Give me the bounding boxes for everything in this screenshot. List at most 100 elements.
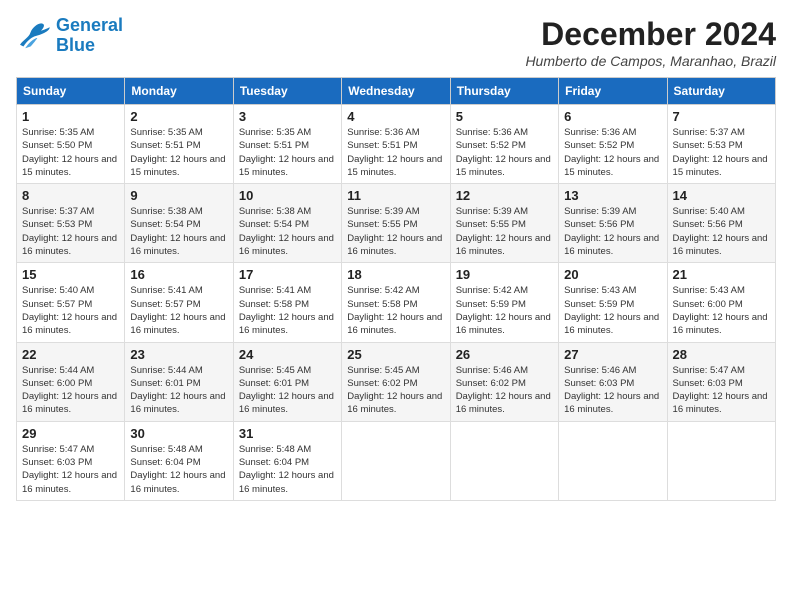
day-number: 22 bbox=[22, 347, 119, 362]
calendar-table: SundayMondayTuesdayWednesdayThursdayFrid… bbox=[16, 77, 776, 501]
day-number: 27 bbox=[564, 347, 661, 362]
day-number: 12 bbox=[456, 188, 553, 203]
day-info: Sunrise: 5:35 AMSunset: 5:50 PMDaylight:… bbox=[22, 126, 119, 179]
calendar-cell: 13 Sunrise: 5:39 AMSunset: 5:56 PMDayligh… bbox=[559, 184, 667, 263]
day-number: 3 bbox=[239, 109, 336, 124]
day-number: 29 bbox=[22, 426, 119, 441]
day-info: Sunrise: 5:37 AMSunset: 5:53 PMDaylight:… bbox=[673, 126, 770, 179]
title-area: December 2024 Humberto de Campos, Maranh… bbox=[525, 16, 776, 69]
calendar-cell: 18 Sunrise: 5:42 AMSunset: 5:58 PMDayligh… bbox=[342, 263, 450, 342]
day-info: Sunrise: 5:39 AMSunset: 5:55 PMDaylight:… bbox=[456, 205, 553, 258]
day-number: 11 bbox=[347, 188, 444, 203]
day-number: 31 bbox=[239, 426, 336, 441]
day-info: Sunrise: 5:44 AMSunset: 6:00 PMDaylight:… bbox=[22, 364, 119, 417]
calendar-cell: 22 Sunrise: 5:44 AMSunset: 6:00 PMDayligh… bbox=[17, 342, 125, 421]
day-info: Sunrise: 5:47 AMSunset: 6:03 PMDaylight:… bbox=[673, 364, 770, 417]
calendar-cell: 20Sunrise: 5:43 AMSunset: 5:59 PMDayligh… bbox=[559, 263, 667, 342]
day-info: Sunrise: 5:43 AMSunset: 6:00 PMDaylight:… bbox=[673, 284, 770, 337]
day-number: 25 bbox=[347, 347, 444, 362]
calendar-cell: 2Sunrise: 5:35 AMSunset: 5:51 PMDaylight… bbox=[125, 105, 233, 184]
day-number: 24 bbox=[239, 347, 336, 362]
calendar-cell: 14 Sunrise: 5:40 AMSunset: 5:56 PMDayligh… bbox=[667, 184, 775, 263]
day-info: Sunrise: 5:38 AMSunset: 5:54 PMDaylight:… bbox=[130, 205, 227, 258]
day-number: 19 bbox=[456, 267, 553, 282]
day-number: 16 bbox=[130, 267, 227, 282]
calendar-cell: 16Sunrise: 5:41 AMSunset: 5:57 PMDayligh… bbox=[125, 263, 233, 342]
day-info: Sunrise: 5:44 AMSunset: 6:01 PMDaylight:… bbox=[130, 364, 227, 417]
weekday-header-wednesday: Wednesday bbox=[342, 78, 450, 105]
day-number: 10 bbox=[239, 188, 336, 203]
calendar-cell: 21 Sunrise: 5:43 AMSunset: 6:00 PMDayligh… bbox=[667, 263, 775, 342]
calendar-cell: 30Sunrise: 5:48 AMSunset: 6:04 PMDayligh… bbox=[125, 421, 233, 500]
day-info: Sunrise: 5:45 AMSunset: 6:02 PMDaylight:… bbox=[347, 364, 444, 417]
calendar-cell: 19 Sunrise: 5:42 AMSunset: 5:59 PMDayligh… bbox=[450, 263, 558, 342]
day-number: 5 bbox=[456, 109, 553, 124]
day-number: 6 bbox=[564, 109, 661, 124]
calendar-week-row: 1 Sunrise: 5:35 AMSunset: 5:50 PMDaylight… bbox=[17, 105, 776, 184]
day-info: Sunrise: 5:41 AMSunset: 5:58 PMDaylight:… bbox=[239, 284, 336, 337]
weekday-header-monday: Monday bbox=[125, 78, 233, 105]
day-number: 9 bbox=[130, 188, 227, 203]
calendar-cell: 29 Sunrise: 5:47 AMSunset: 6:03 PMDayligh… bbox=[17, 421, 125, 500]
calendar-week-row: 22 Sunrise: 5:44 AMSunset: 6:00 PMDayligh… bbox=[17, 342, 776, 421]
calendar-cell: 5 Sunrise: 5:36 AMSunset: 5:52 PMDaylight… bbox=[450, 105, 558, 184]
day-info: Sunrise: 5:36 AMSunset: 5:52 PMDaylight:… bbox=[564, 126, 661, 179]
calendar-cell: 31Sunrise: 5:48 AMSunset: 6:04 PMDayligh… bbox=[233, 421, 341, 500]
calendar-cell: 3 Sunrise: 5:35 AMSunset: 5:51 PMDaylight… bbox=[233, 105, 341, 184]
calendar-cell bbox=[667, 421, 775, 500]
calendar-cell: 17 Sunrise: 5:41 AMSunset: 5:58 PMDayligh… bbox=[233, 263, 341, 342]
day-info: Sunrise: 5:42 AMSunset: 5:58 PMDaylight:… bbox=[347, 284, 444, 337]
day-info: Sunrise: 5:48 AMSunset: 6:04 PMDaylight:… bbox=[130, 443, 227, 496]
day-number: 7 bbox=[673, 109, 770, 124]
day-number: 20 bbox=[564, 267, 661, 282]
calendar-week-row: 29 Sunrise: 5:47 AMSunset: 6:03 PMDayligh… bbox=[17, 421, 776, 500]
day-number: 1 bbox=[22, 109, 119, 124]
month-title: December 2024 bbox=[525, 16, 776, 53]
day-number: 17 bbox=[239, 267, 336, 282]
weekday-header-saturday: Saturday bbox=[667, 78, 775, 105]
day-number: 14 bbox=[673, 188, 770, 203]
calendar-cell: 7 Sunrise: 5:37 AMSunset: 5:53 PMDaylight… bbox=[667, 105, 775, 184]
day-number: 2 bbox=[130, 109, 227, 124]
day-info: Sunrise: 5:45 AMSunset: 6:01 PMDaylight:… bbox=[239, 364, 336, 417]
day-info: Sunrise: 5:36 AMSunset: 5:51 PMDaylight:… bbox=[347, 126, 444, 179]
calendar-week-row: 8Sunrise: 5:37 AMSunset: 5:53 PMDaylight… bbox=[17, 184, 776, 263]
logo-text: General Blue bbox=[56, 16, 123, 56]
calendar-cell: 26Sunrise: 5:46 AMSunset: 6:02 PMDayligh… bbox=[450, 342, 558, 421]
day-info: Sunrise: 5:40 AMSunset: 5:56 PMDaylight:… bbox=[673, 205, 770, 258]
calendar-cell: 24 Sunrise: 5:45 AMSunset: 6:01 PMDayligh… bbox=[233, 342, 341, 421]
day-number: 13 bbox=[564, 188, 661, 203]
day-number: 18 bbox=[347, 267, 444, 282]
weekday-header-tuesday: Tuesday bbox=[233, 78, 341, 105]
day-number: 23 bbox=[130, 347, 227, 362]
weekday-header-thursday: Thursday bbox=[450, 78, 558, 105]
calendar-cell: 1 Sunrise: 5:35 AMSunset: 5:50 PMDaylight… bbox=[17, 105, 125, 184]
logo-line2: Blue bbox=[56, 35, 95, 55]
calendar-cell: 11 Sunrise: 5:39 AMSunset: 5:55 PMDayligh… bbox=[342, 184, 450, 263]
logo-line1: General bbox=[56, 15, 123, 35]
day-info: Sunrise: 5:42 AMSunset: 5:59 PMDaylight:… bbox=[456, 284, 553, 337]
calendar-cell: 6 Sunrise: 5:36 AMSunset: 5:52 PMDaylight… bbox=[559, 105, 667, 184]
day-info: Sunrise: 5:47 AMSunset: 6:03 PMDaylight:… bbox=[22, 443, 119, 496]
weekday-header-sunday: Sunday bbox=[17, 78, 125, 105]
day-number: 26 bbox=[456, 347, 553, 362]
calendar-cell bbox=[559, 421, 667, 500]
day-info: Sunrise: 5:35 AMSunset: 5:51 PMDaylight:… bbox=[239, 126, 336, 179]
weekday-header-friday: Friday bbox=[559, 78, 667, 105]
calendar-cell: 8Sunrise: 5:37 AMSunset: 5:53 PMDaylight… bbox=[17, 184, 125, 263]
day-number: 21 bbox=[673, 267, 770, 282]
day-info: Sunrise: 5:39 AMSunset: 5:56 PMDaylight:… bbox=[564, 205, 661, 258]
day-number: 4 bbox=[347, 109, 444, 124]
calendar-cell: 28Sunrise: 5:47 AMSunset: 6:03 PMDayligh… bbox=[667, 342, 775, 421]
calendar-cell: 27 Sunrise: 5:46 AMSunset: 6:03 PMDayligh… bbox=[559, 342, 667, 421]
location-subtitle: Humberto de Campos, Maranhao, Brazil bbox=[525, 53, 776, 69]
page-header: General Blue December 2024 Humberto de C… bbox=[16, 16, 776, 69]
calendar-cell: 9 Sunrise: 5:38 AMSunset: 5:54 PMDaylight… bbox=[125, 184, 233, 263]
day-info: Sunrise: 5:39 AMSunset: 5:55 PMDaylight:… bbox=[347, 205, 444, 258]
calendar-cell: 15Sunrise: 5:40 AMSunset: 5:57 PMDayligh… bbox=[17, 263, 125, 342]
day-info: Sunrise: 5:46 AMSunset: 6:03 PMDaylight:… bbox=[564, 364, 661, 417]
weekday-header-row: SundayMondayTuesdayWednesdayThursdayFrid… bbox=[17, 78, 776, 105]
day-info: Sunrise: 5:36 AMSunset: 5:52 PMDaylight:… bbox=[456, 126, 553, 179]
calendar-cell: 10Sunrise: 5:38 AMSunset: 5:54 PMDayligh… bbox=[233, 184, 341, 263]
day-number: 8 bbox=[22, 188, 119, 203]
